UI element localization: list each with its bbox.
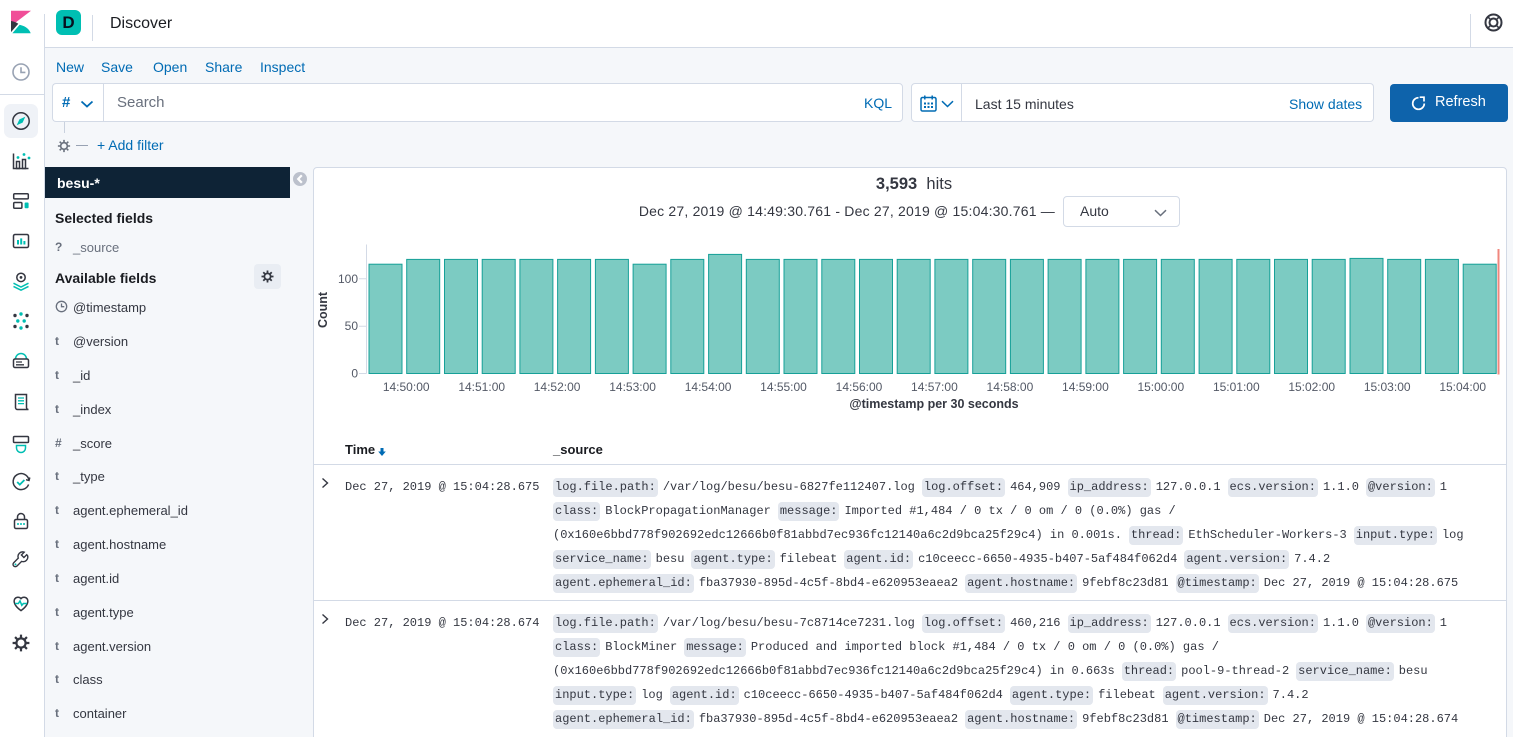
svg-text:14:56:00: 14:56:00	[836, 380, 883, 394]
svg-text:100: 100	[338, 272, 358, 286]
svg-text:14:50:00: 14:50:00	[383, 380, 430, 394]
svg-text:50: 50	[345, 319, 359, 333]
svg-text:14:53:00: 14:53:00	[609, 380, 656, 394]
svg-text:15:03:00: 15:03:00	[1364, 380, 1411, 394]
svg-text:15:01:00: 15:01:00	[1213, 380, 1260, 394]
svg-text:Count: Count	[316, 291, 330, 328]
svg-text:14:58:00: 14:58:00	[987, 380, 1034, 394]
svg-text:@timestamp per 30 seconds: @timestamp per 30 seconds	[849, 397, 1018, 411]
svg-text:14:59:00: 14:59:00	[1062, 380, 1109, 394]
svg-text:14:54:00: 14:54:00	[685, 380, 732, 394]
svg-text:14:52:00: 14:52:00	[534, 380, 581, 394]
svg-text:0: 0	[351, 367, 358, 381]
svg-text:14:51:00: 14:51:00	[458, 380, 505, 394]
svg-text:15:04:00: 15:04:00	[1439, 380, 1486, 394]
svg-text:14:55:00: 14:55:00	[760, 380, 807, 394]
svg-text:15:00:00: 15:00:00	[1137, 380, 1184, 394]
svg-text:14:57:00: 14:57:00	[911, 380, 958, 394]
svg-text:15:02:00: 15:02:00	[1288, 380, 1335, 394]
